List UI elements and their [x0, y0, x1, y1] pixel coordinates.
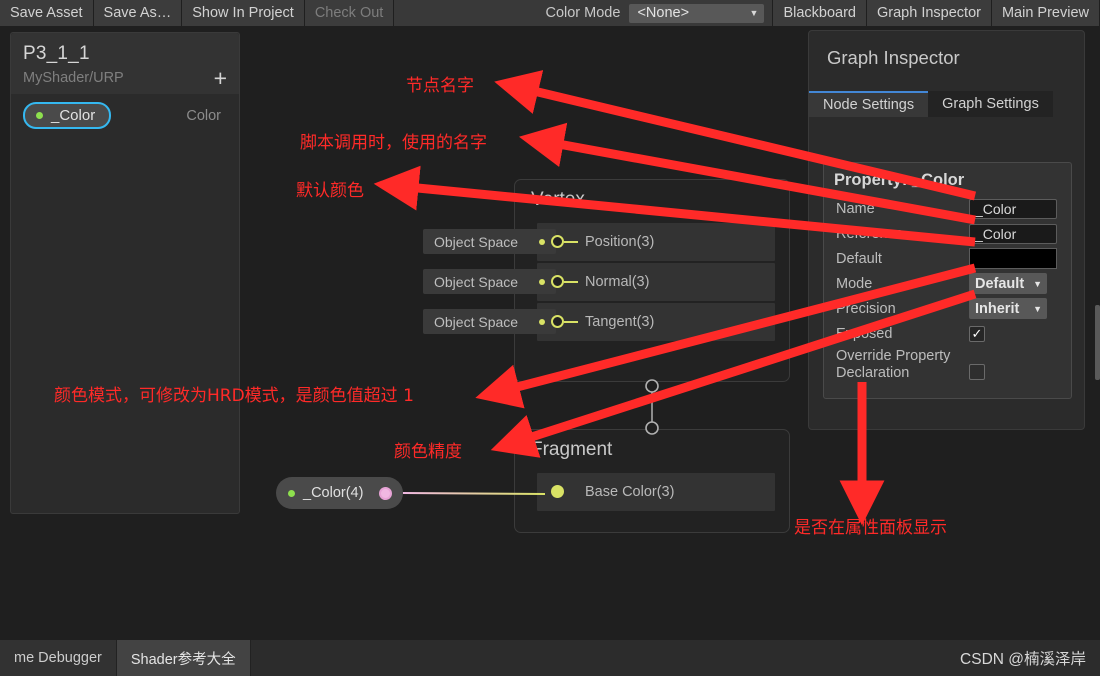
tab-frame-debugger[interactable]: me Debugger — [0, 640, 117, 676]
tangent-slot-label: Tangent(3) — [585, 314, 655, 330]
default-label: Default — [836, 250, 882, 267]
main-preview-toggle-button[interactable]: Main Preview — [991, 0, 1100, 26]
save-asset-button[interactable]: Save Asset — [0, 0, 94, 26]
override-checkbox[interactable] — [969, 364, 985, 380]
blackboard-subtitle: MyShader/URP — [23, 70, 124, 86]
color-property-node[interactable]: _Color(4) — [276, 477, 403, 509]
color-node-label: _Color(4) — [303, 485, 364, 501]
bottom-tab-bar: me Debugger Shader参考大全 CSDN @楠溪泽岸 — [0, 640, 1100, 676]
annotation-color-mode: 颜色模式，可修改为HRD模式，是颜色值超过 1 — [54, 386, 414, 406]
csdn-watermark: CSDN @楠溪泽岸 — [960, 651, 1086, 668]
default-color-swatch[interactable] — [969, 248, 1057, 269]
tangent-space-value: Object Space — [434, 313, 519, 330]
normal-slot-label: Normal(3) — [585, 274, 650, 290]
blackboard-property-row[interactable]: _Color Color — [11, 94, 239, 129]
vertex-slot-normal[interactable]: Object Space Normal(3) — [423, 263, 789, 301]
chevron-down-icon: ▼ — [1033, 303, 1042, 314]
base-color-port[interactable] — [551, 485, 564, 498]
normal-space-dropdown[interactable]: Object Space — [423, 269, 556, 294]
property-type-dot-icon — [36, 112, 43, 119]
precision-label: Precision — [836, 300, 896, 317]
fragment-node-title: Fragment — [531, 439, 613, 460]
row-reference: Reference _Color — [824, 221, 1071, 246]
property-card-header: Property: _Color — [834, 171, 965, 189]
position-space-dropdown[interactable]: Object Space — [423, 229, 556, 254]
tab-shader-reference[interactable]: Shader参考大全 — [116, 640, 251, 676]
annotation-default-color: 默认颜色 — [296, 181, 364, 201]
mode-label: Mode — [836, 275, 873, 292]
shader-graph-window: Save Asset Save As… Show In Project Chec… — [0, 0, 1100, 676]
color-mode-value: <None> — [637, 5, 690, 21]
position-slot-label: Position(3) — [585, 234, 655, 250]
vertex-node[interactable]: Vertex Object Space Position(3) Object S… — [423, 179, 790, 382]
graph-inspector-panel: Graph Inspector Node Settings Graph Sett… — [808, 30, 1085, 430]
blackboard-title: P3_1_1 — [23, 43, 90, 64]
normal-port[interactable] — [551, 275, 564, 288]
toolbar-spacer — [394, 0, 537, 26]
save-as-button[interactable]: Save As… — [93, 0, 183, 26]
property-type-dot-icon — [288, 489, 295, 497]
row-precision: Precision Inherit ▼ — [824, 296, 1071, 321]
blackboard-header: P3_1_1 MyShader/URP + — [11, 33, 239, 94]
fragment-node[interactable]: Fragment Base Color(3) — [514, 429, 790, 533]
space-dot-icon — [539, 278, 545, 285]
chevron-down-icon: ▼ — [749, 8, 759, 18]
show-in-project-button[interactable]: Show In Project — [182, 0, 305, 26]
blackboard-property-name: _Color — [51, 107, 96, 124]
precision-dropdown[interactable]: Inherit ▼ — [969, 298, 1047, 319]
tab-node-settings[interactable]: Node Settings — [809, 91, 929, 117]
precision-value: Inherit — [975, 300, 1020, 317]
graph-inspector-title: Graph Inspector — [827, 47, 960, 68]
tangent-space-dropdown[interactable]: Object Space — [423, 309, 556, 334]
blackboard-property-color[interactable]: _Color — [23, 102, 112, 129]
row-default: Default — [824, 246, 1071, 271]
mode-value: Default — [975, 275, 1025, 292]
annotation-node-name: 节点名字 — [406, 76, 474, 96]
position-space-value: Object Space — [434, 233, 519, 250]
color-node-output-port[interactable] — [379, 486, 392, 500]
normal-wire — [564, 280, 578, 283]
space-dot-icon — [539, 318, 545, 325]
mode-dropdown[interactable]: Default ▼ — [969, 273, 1047, 294]
exposed-checkbox[interactable]: ✓ — [969, 325, 985, 342]
name-input[interactable]: _Color — [969, 198, 1057, 219]
vertex-node-title: Vertex — [531, 189, 585, 210]
row-name: Name _Color — [824, 196, 1071, 221]
exposed-label: Exposed — [836, 325, 893, 342]
chevron-down-icon: ▼ — [1033, 278, 1042, 289]
tangent-port[interactable] — [551, 315, 564, 328]
inspector-scrollbar[interactable] — [1095, 305, 1100, 380]
color-mode-dropdown[interactable]: <None> ▼ — [629, 3, 765, 23]
add-property-button[interactable]: + — [214, 67, 227, 90]
override-label: Override Property Declaration — [836, 348, 951, 381]
tab-graph-settings[interactable]: Graph Settings — [928, 91, 1053, 117]
base-color-slot-label: Base Color(3) — [585, 484, 675, 500]
check-out-button[interactable]: Check Out — [304, 0, 395, 26]
tangent-wire — [564, 320, 578, 323]
position-wire — [564, 240, 578, 243]
row-mode: Mode Default ▼ — [824, 271, 1071, 296]
graph-inspector-toggle-button[interactable]: Graph Inspector — [866, 0, 992, 26]
blackboard-panel: P3_1_1 MyShader/URP + _Color Color — [10, 32, 240, 514]
property-settings-card: Property: _Color Name _Color Reference _… — [823, 162, 1072, 399]
name-label: Name — [836, 200, 875, 217]
vertex-slot-tangent[interactable]: Object Space Tangent(3) — [423, 303, 789, 341]
top-toolbar: Save Asset Save As… Show In Project Chec… — [0, 0, 1100, 26]
position-port[interactable] — [551, 235, 564, 248]
reference-input[interactable]: _Color — [969, 223, 1057, 244]
inspector-tabs: Node Settings Graph Settings — [809, 91, 1084, 117]
space-dot-icon — [539, 238, 545, 245]
row-override-declaration: Override Property Declaration — [824, 346, 1071, 384]
blackboard-property-type: Color — [186, 107, 221, 124]
row-exposed: Exposed ✓ — [824, 321, 1071, 346]
annotation-color-precision: 颜色精度 — [394, 442, 462, 462]
color-mode-label: Color Mode — [536, 0, 630, 26]
normal-space-value: Object Space — [434, 273, 519, 290]
annotation-exposed-in-inspector: 是否在属性面板显示 — [794, 518, 947, 538]
vertex-slot-position[interactable]: Object Space Position(3) — [423, 223, 789, 261]
fragment-slot-base-color[interactable]: Base Color(3) — [515, 473, 789, 511]
reference-label: Reference — [836, 225, 903, 242]
annotation-script-reference: 脚本调用时，使用的名字 — [300, 133, 487, 153]
blackboard-toggle-button[interactable]: Blackboard — [772, 0, 867, 26]
